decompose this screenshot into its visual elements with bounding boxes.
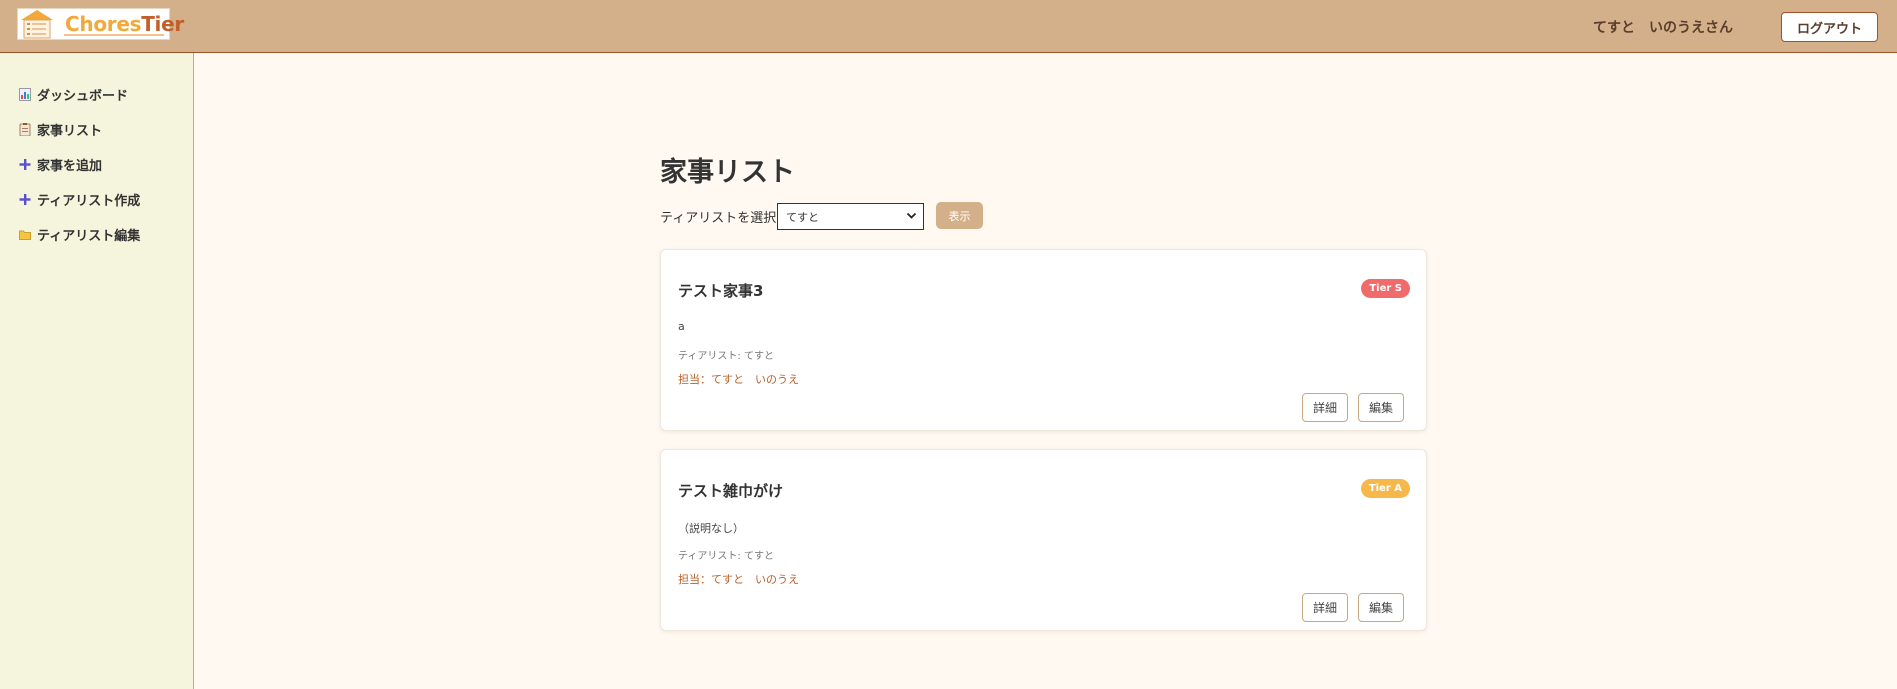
logout-button[interactable]: ログアウト <box>1781 12 1878 42</box>
sidebar-item-dashboard[interactable]: ダッシュボード <box>19 85 128 104</box>
app-header: ChoresTier てすと いのうえさん ログアウト <box>0 0 1897 53</box>
detail-button[interactable]: 詳細 <box>1302 393 1348 422</box>
chore-description: a <box>678 320 685 333</box>
logo-text-tier: Tier <box>141 12 184 36</box>
sidebar-item-create-tierlist[interactable]: ティアリスト作成 <box>19 190 140 209</box>
chore-tierlist: ティアリスト: てすと <box>678 351 774 362</box>
sidebar-item-label: 家事リスト <box>37 124 103 139</box>
tierlist-select-label: ティアリストを選択 <box>660 211 777 226</box>
plus-icon <box>19 193 31 206</box>
show-button[interactable]: 表示 <box>936 202 983 229</box>
sidebar-item-chore-list[interactable]: 家事リスト <box>19 120 102 139</box>
chorestier-logo[interactable]: ChoresTier <box>17 8 184 40</box>
chore-card: テスト雑巾がけ Tier A （説明なし） ティアリスト: てすと 担当：てすと… <box>660 449 1427 631</box>
chore-assignee: 担当：てすと いのうえ <box>678 573 799 586</box>
chore-title: テスト雑巾がけ <box>678 482 784 500</box>
sidebar-item-label: ダッシュボード <box>37 89 129 104</box>
user-name: てすと いのうえさん <box>1593 20 1733 36</box>
tierlist-select[interactable]: てすと <box>777 203 924 230</box>
sidebar-item-edit-tierlist[interactable]: ティアリスト編集 <box>19 225 140 244</box>
tier-badge: Tier A <box>1360 479 1410 498</box>
logo-text: ChoresTier <box>65 12 184 36</box>
chore-assignee: 担当：てすと いのうえ <box>678 373 799 386</box>
sidebar-item-label: 家事を追加 <box>37 159 103 174</box>
edit-button[interactable]: 編集 <box>1358 393 1404 422</box>
plus-icon <box>19 158 31 171</box>
folder-icon <box>19 228 31 241</box>
chore-title: テスト家事3 <box>678 282 764 300</box>
tier-badge: Tier S <box>1361 279 1410 298</box>
logo-underline <box>64 34 164 36</box>
detail-button[interactable]: 詳細 <box>1302 593 1348 622</box>
sidebar-item-label: ティアリスト編集 <box>37 229 141 244</box>
house-icon <box>19 9 55 39</box>
clipboard-icon <box>19 123 31 137</box>
chore-tierlist: ティアリスト: てすと <box>678 551 774 562</box>
chart-icon <box>19 88 31 101</box>
chevron-down-icon <box>906 210 917 224</box>
logo-text-chores: Chores <box>65 12 142 36</box>
sidebar: ダッシュボード 家事リスト 家事を追加 ティアリスト作成 ティアリスト編集 <box>0 53 194 689</box>
chore-card: テスト家事3 Tier S a ティアリスト: てすと 担当：てすと いのうえ … <box>660 249 1427 431</box>
page-title: 家事リスト <box>660 157 795 188</box>
chore-description: （説明なし） <box>678 522 744 535</box>
edit-button[interactable]: 編集 <box>1358 593 1404 622</box>
sidebar-item-add-chore[interactable]: 家事を追加 <box>19 155 102 174</box>
sidebar-item-label: ティアリスト作成 <box>37 194 141 209</box>
tierlist-select-value: てすと <box>786 210 819 224</box>
